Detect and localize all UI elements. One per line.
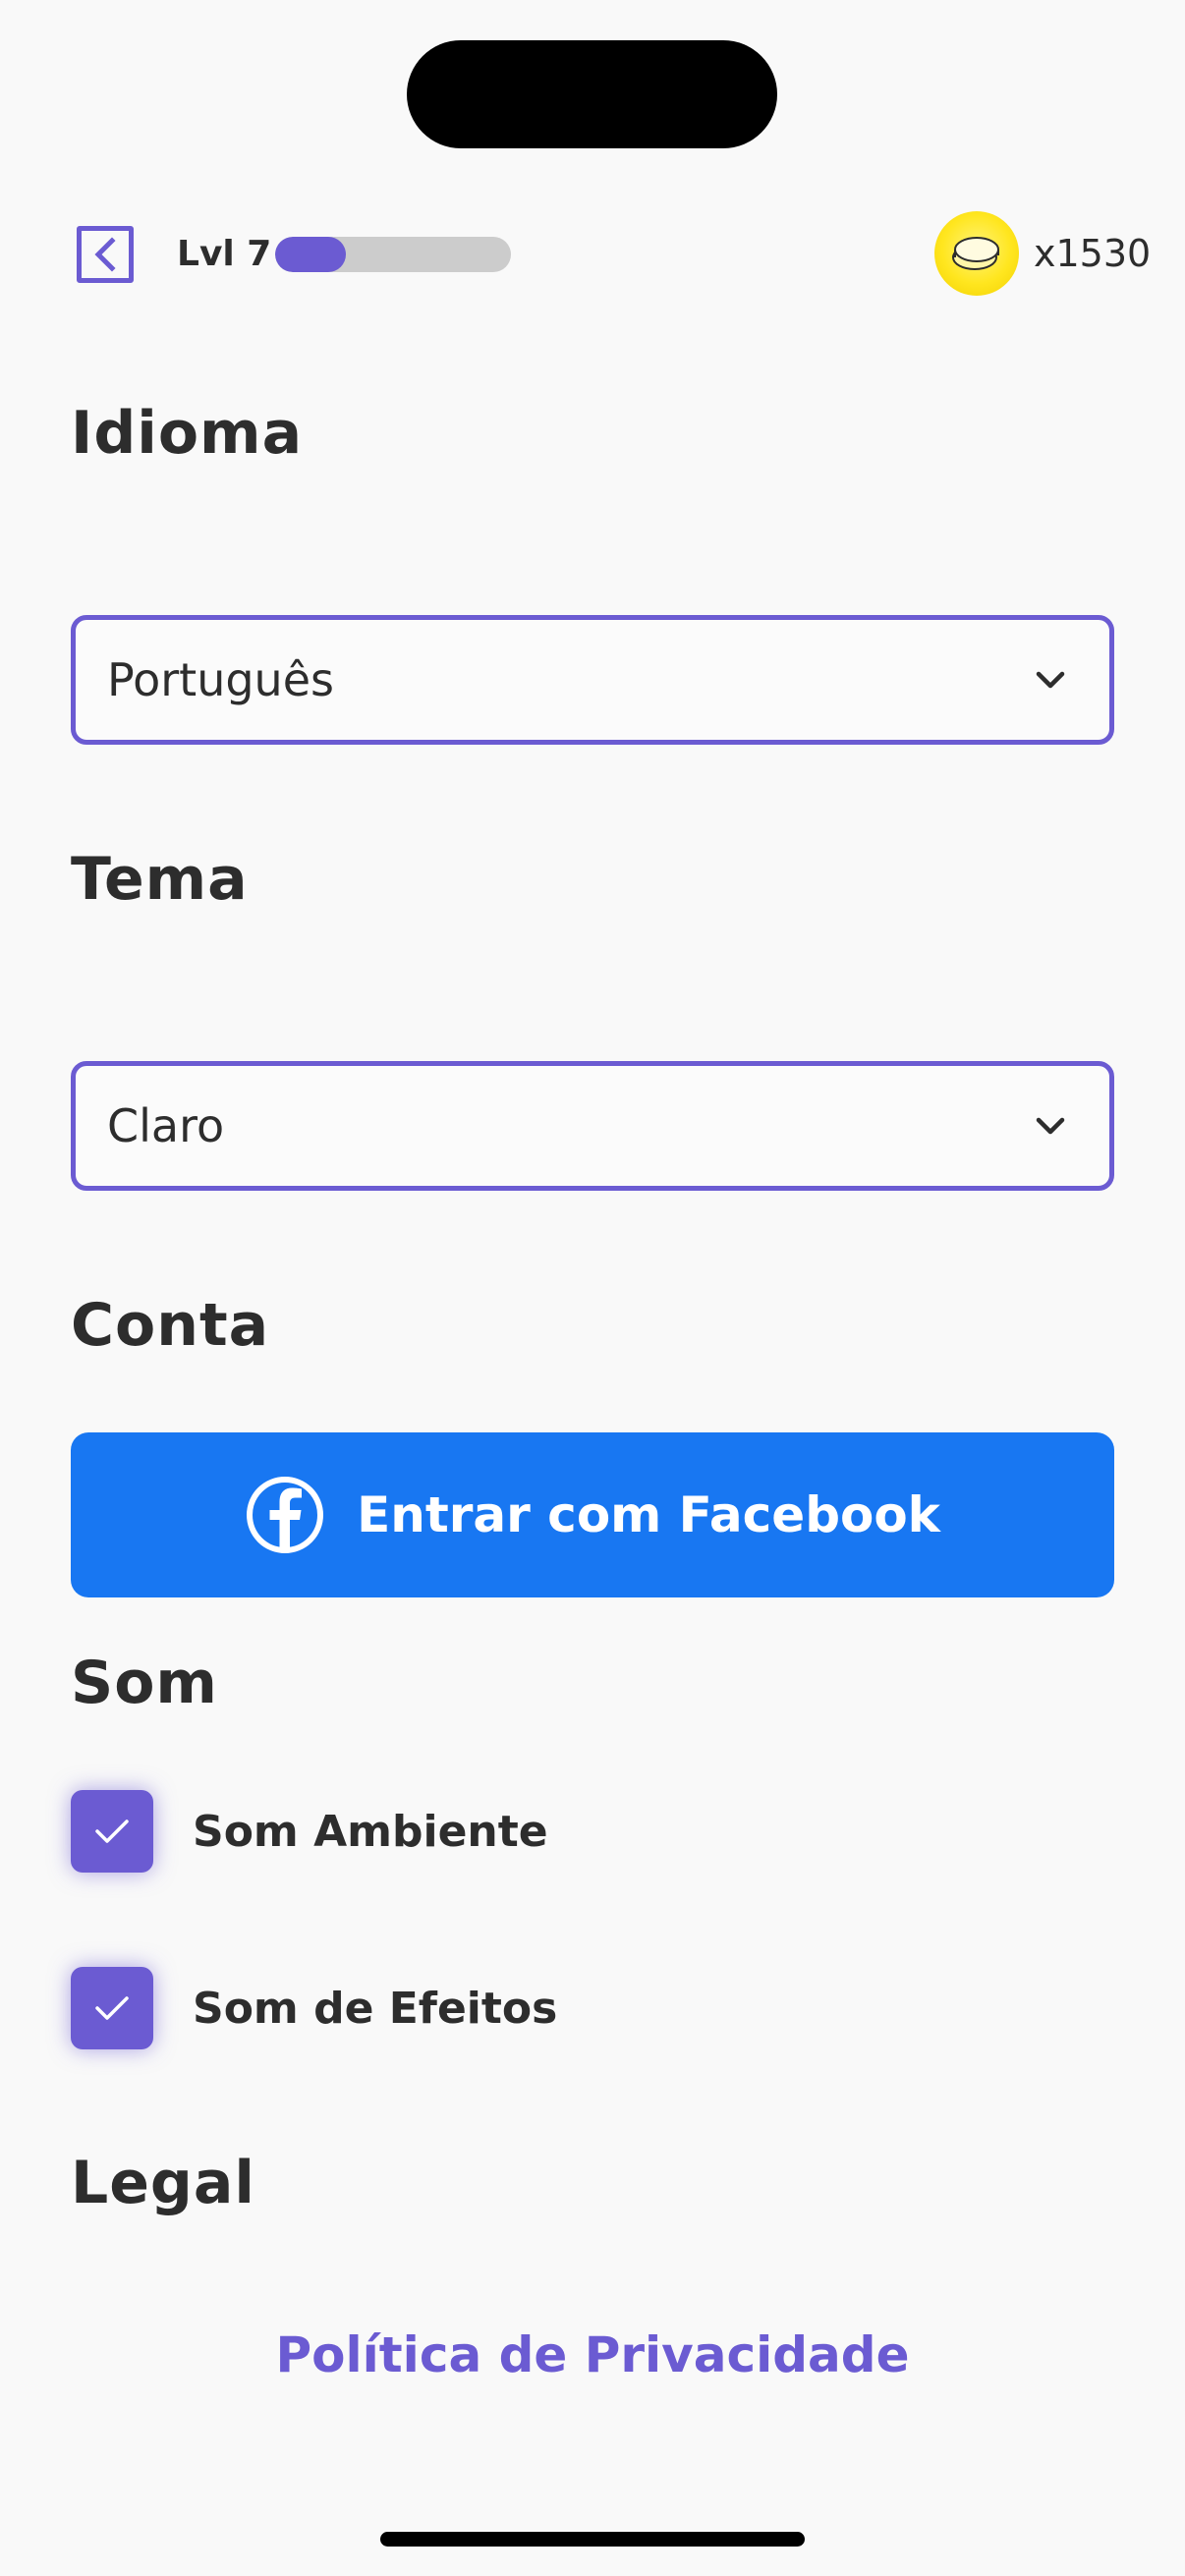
- facebook-icon: [247, 1477, 324, 1553]
- xp-progress-fill: [275, 237, 346, 272]
- language-section-title: Idioma: [71, 399, 304, 468]
- coin-count: x1530: [1034, 232, 1152, 275]
- language-select[interactable]: Português: [71, 615, 1114, 745]
- effects-sound-label: Som de Efeitos: [193, 1983, 558, 2034]
- ambient-sound-label: Som Ambiente: [193, 1806, 548, 1857]
- level-label: Lvl 7: [177, 234, 272, 274]
- xp-progress-bar: [275, 237, 511, 272]
- chevron-down-icon: [1036, 1117, 1065, 1135]
- back-arrow-icon: [94, 237, 116, 272]
- privacy-policy-link[interactable]: Política de Privacidade: [0, 2323, 1185, 2387]
- facebook-login-button[interactable]: Entrar com Facebook: [71, 1432, 1114, 1597]
- effects-sound-option: Som de Efeitos: [71, 1967, 557, 2049]
- effects-sound-checkbox[interactable]: [71, 1967, 153, 2049]
- theme-select[interactable]: Claro: [71, 1061, 1114, 1191]
- account-section-title: Conta: [71, 1291, 270, 1360]
- theme-select-value: Claro: [107, 1099, 225, 1152]
- ambient-sound-option: Som Ambiente: [71, 1790, 548, 1873]
- sound-section-title: Som: [71, 1649, 218, 1717]
- chevron-down-icon: [1036, 671, 1065, 689]
- legal-section-title: Legal: [71, 2149, 255, 2217]
- theme-section-title: Tema: [71, 845, 249, 914]
- settings-screen: Lvl 7 x1530 Idioma Português Tema Claro …: [0, 0, 1185, 2576]
- language-select-value: Português: [107, 653, 334, 706]
- back-button[interactable]: [77, 226, 134, 283]
- facebook-login-label: Entrar com Facebook: [357, 1486, 940, 1543]
- check-icon: [95, 1996, 129, 2020]
- check-icon: [95, 1820, 129, 1843]
- dynamic-island: [407, 40, 777, 148]
- home-indicator: [380, 2532, 805, 2547]
- ambient-sound-checkbox[interactable]: [71, 1790, 153, 1873]
- coin-icon: [934, 211, 1019, 296]
